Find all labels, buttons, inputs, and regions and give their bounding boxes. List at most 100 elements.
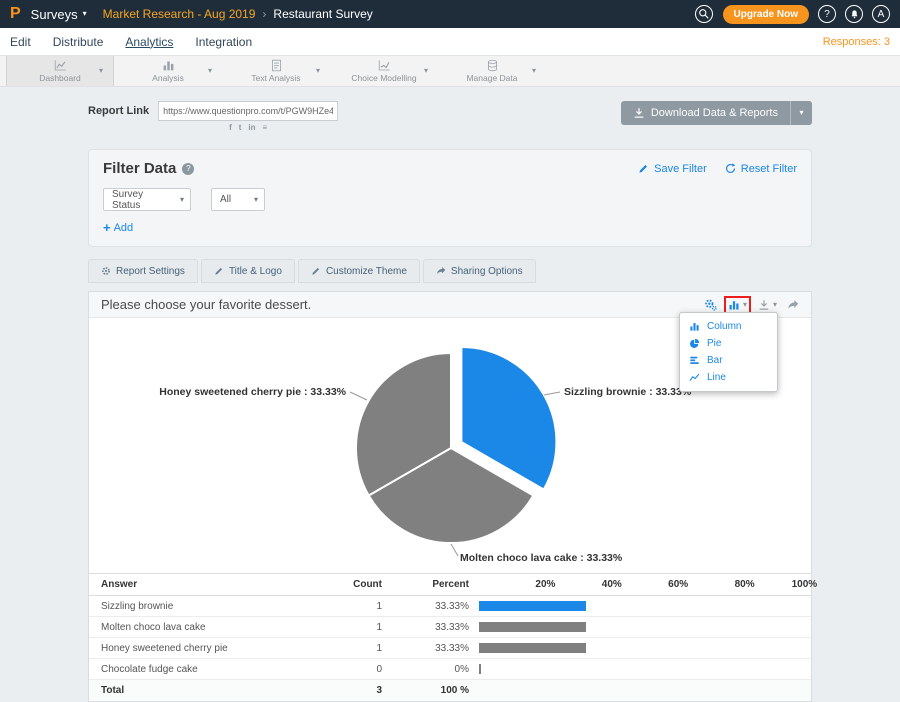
cogs-icon [704,298,717,311]
avatar[interactable]: A [872,5,890,23]
menu-item-bar[interactable]: Bar [680,352,777,369]
nav-distribute[interactable]: Distribute [53,35,104,49]
linkedin-icon[interactable]: in [248,124,255,132]
filter-header: Filter Data ? Save Filter Reset Filter [103,160,797,177]
download-options-caret[interactable]: ▾ [790,101,812,125]
download-data-reports-button[interactable]: Download Data & Reports [621,101,790,125]
chevron-down-icon[interactable]: ▾ [208,67,212,75]
bar-cell [479,617,811,637]
percent-cell: 33.33% [404,643,479,654]
status-value-value: All [220,194,231,205]
scale-tick: 100% [792,579,818,590]
tab-sharing-options[interactable]: Sharing Options [423,259,536,283]
filter-panel: Filter Data ? Save Filter Reset Filter S… [88,149,812,247]
table-row: Honey sweetened cherry pie 1 33.33% [89,638,811,659]
tab-report-settings[interactable]: Report Settings [88,259,198,283]
filter-links: Save Filter Reset Filter [638,163,797,175]
menu-item-column[interactable]: Column [680,318,777,335]
menu-item-label: Column [707,321,741,332]
tab-customize-theme[interactable]: Customize Theme [298,259,420,283]
status-value-select[interactable]: All ▾ [211,188,265,211]
survey-status-value: Survey Status [112,189,170,211]
toolbar-text-analysis[interactable]: Text Analysis ▾ [222,56,330,86]
question-title: Please choose your favorite dessert. [101,297,311,312]
nav-analytics[interactable]: Analytics [125,35,173,49]
chevron-down-icon: ▾ [180,196,184,204]
twitter-icon[interactable]: t [239,124,242,132]
surveys-menu-label: Surveys [31,7,78,22]
pie-callout-molten: Molten choco lava cake : 33.33% [460,552,623,564]
reset-filter-link[interactable]: Reset Filter [725,163,797,175]
nav-integration[interactable]: Integration [195,35,252,49]
tab-label: Report Settings [116,266,185,277]
survey-status-select[interactable]: Survey Status ▾ [103,188,191,211]
main-nav: Edit Distribute Analytics Integration Re… [0,28,900,56]
surveys-menu[interactable]: Surveys ▾ [31,7,87,22]
search-button[interactable] [695,5,713,23]
feed-icon[interactable]: ≡ [263,124,268,132]
toolbar-manage-data[interactable]: Manage Data ▾ [438,56,546,86]
questionpro-logo[interactable]: P [10,5,21,23]
report-link-group: f t in ≡ [158,101,338,132]
toolbar-label: Analysis [152,73,184,83]
answer-cell: Honey sweetened cherry pie [89,643,319,654]
menu-item-line[interactable]: Line [680,369,777,386]
chevron-down-icon[interactable]: ▾ [316,67,320,75]
horizontal-bar-chart-icon [689,355,701,366]
notifications-button[interactable] [845,5,863,23]
toolbar-dashboard[interactable]: Dashboard ▾ [6,56,114,86]
reset-filter-label: Reset Filter [741,163,797,175]
count-cell: 1 [319,643,404,654]
bar-chart-icon [162,59,175,72]
chart-type-dropdown-button[interactable]: ▾ [727,299,748,311]
count-cell: 0 [319,664,404,675]
tab-label: Sharing Options [451,266,523,277]
toolbar-choice-modelling[interactable]: Choice Modelling ▾ [330,56,438,86]
menu-item-pie[interactable]: Pie [680,335,777,352]
add-filter-link[interactable]: + Add [103,221,797,234]
result-bar [479,643,586,653]
content-area: Report Link f t in ≡ Download Data & Rep… [0,87,900,702]
chevron-down-icon[interactable]: ▾ [424,67,428,75]
report-link-row: Report Link f t in ≡ Download Data & Rep… [88,101,812,135]
filter-selects-row: Survey Status ▾ All ▾ [103,188,797,211]
chevron-down-icon[interactable]: ▾ [532,67,536,75]
help-button[interactable]: ? [818,5,836,23]
nav-edit[interactable]: Edit [10,35,31,49]
social-share-row: f t in ≡ [229,124,267,132]
share-chart-button[interactable] [787,299,799,311]
search-icon [698,8,710,20]
report-link-input[interactable] [158,101,338,121]
facebook-icon[interactable]: f [229,124,232,132]
tab-title-logo[interactable]: Title & Logo [201,259,295,283]
toolbar-analysis[interactable]: Analysis ▾ [114,56,222,86]
chart-type-icon [728,299,740,311]
report-link-label: Report Link [88,101,149,121]
percent-cell: 33.33% [404,601,479,612]
result-bar [479,601,586,611]
result-bar [479,622,586,632]
chart-settings-button[interactable] [704,298,717,311]
save-filter-link[interactable]: Save Filter [638,163,707,175]
line-chart-icon [689,372,701,383]
share-icon [436,266,446,276]
export-chart-button[interactable]: ▾ [758,299,777,311]
tab-label: Customize Theme [326,266,407,277]
menu-item-label: Bar [707,355,723,366]
bar-cell [479,596,811,616]
upgrade-now-button[interactable]: Upgrade Now [723,5,809,24]
help-icon: ? [824,9,830,20]
responses-count[interactable]: Responses: 3 [823,36,890,48]
avatar-initial: A [878,9,885,20]
pie-callout-honey: Honey sweetened cherry pie : 33.33% [159,386,346,398]
add-filter-label: Add [114,222,134,234]
info-icon[interactable]: ? [182,163,194,175]
chart-type-menu: Column Pie Bar Line [679,312,778,392]
chevron-down-icon[interactable]: ▾ [99,67,103,75]
total-count: 3 [319,685,404,696]
filter-title: Filter Data [103,160,176,177]
chevron-down-icon: ▾ [83,10,87,18]
panel-header-icons: ▾ ▾ [704,298,799,311]
breadcrumb-project[interactable]: Market Research - Aug 2019 [103,7,256,21]
results-table: Answer Count Percent 20% 40% 60% 80% 100… [89,573,811,701]
